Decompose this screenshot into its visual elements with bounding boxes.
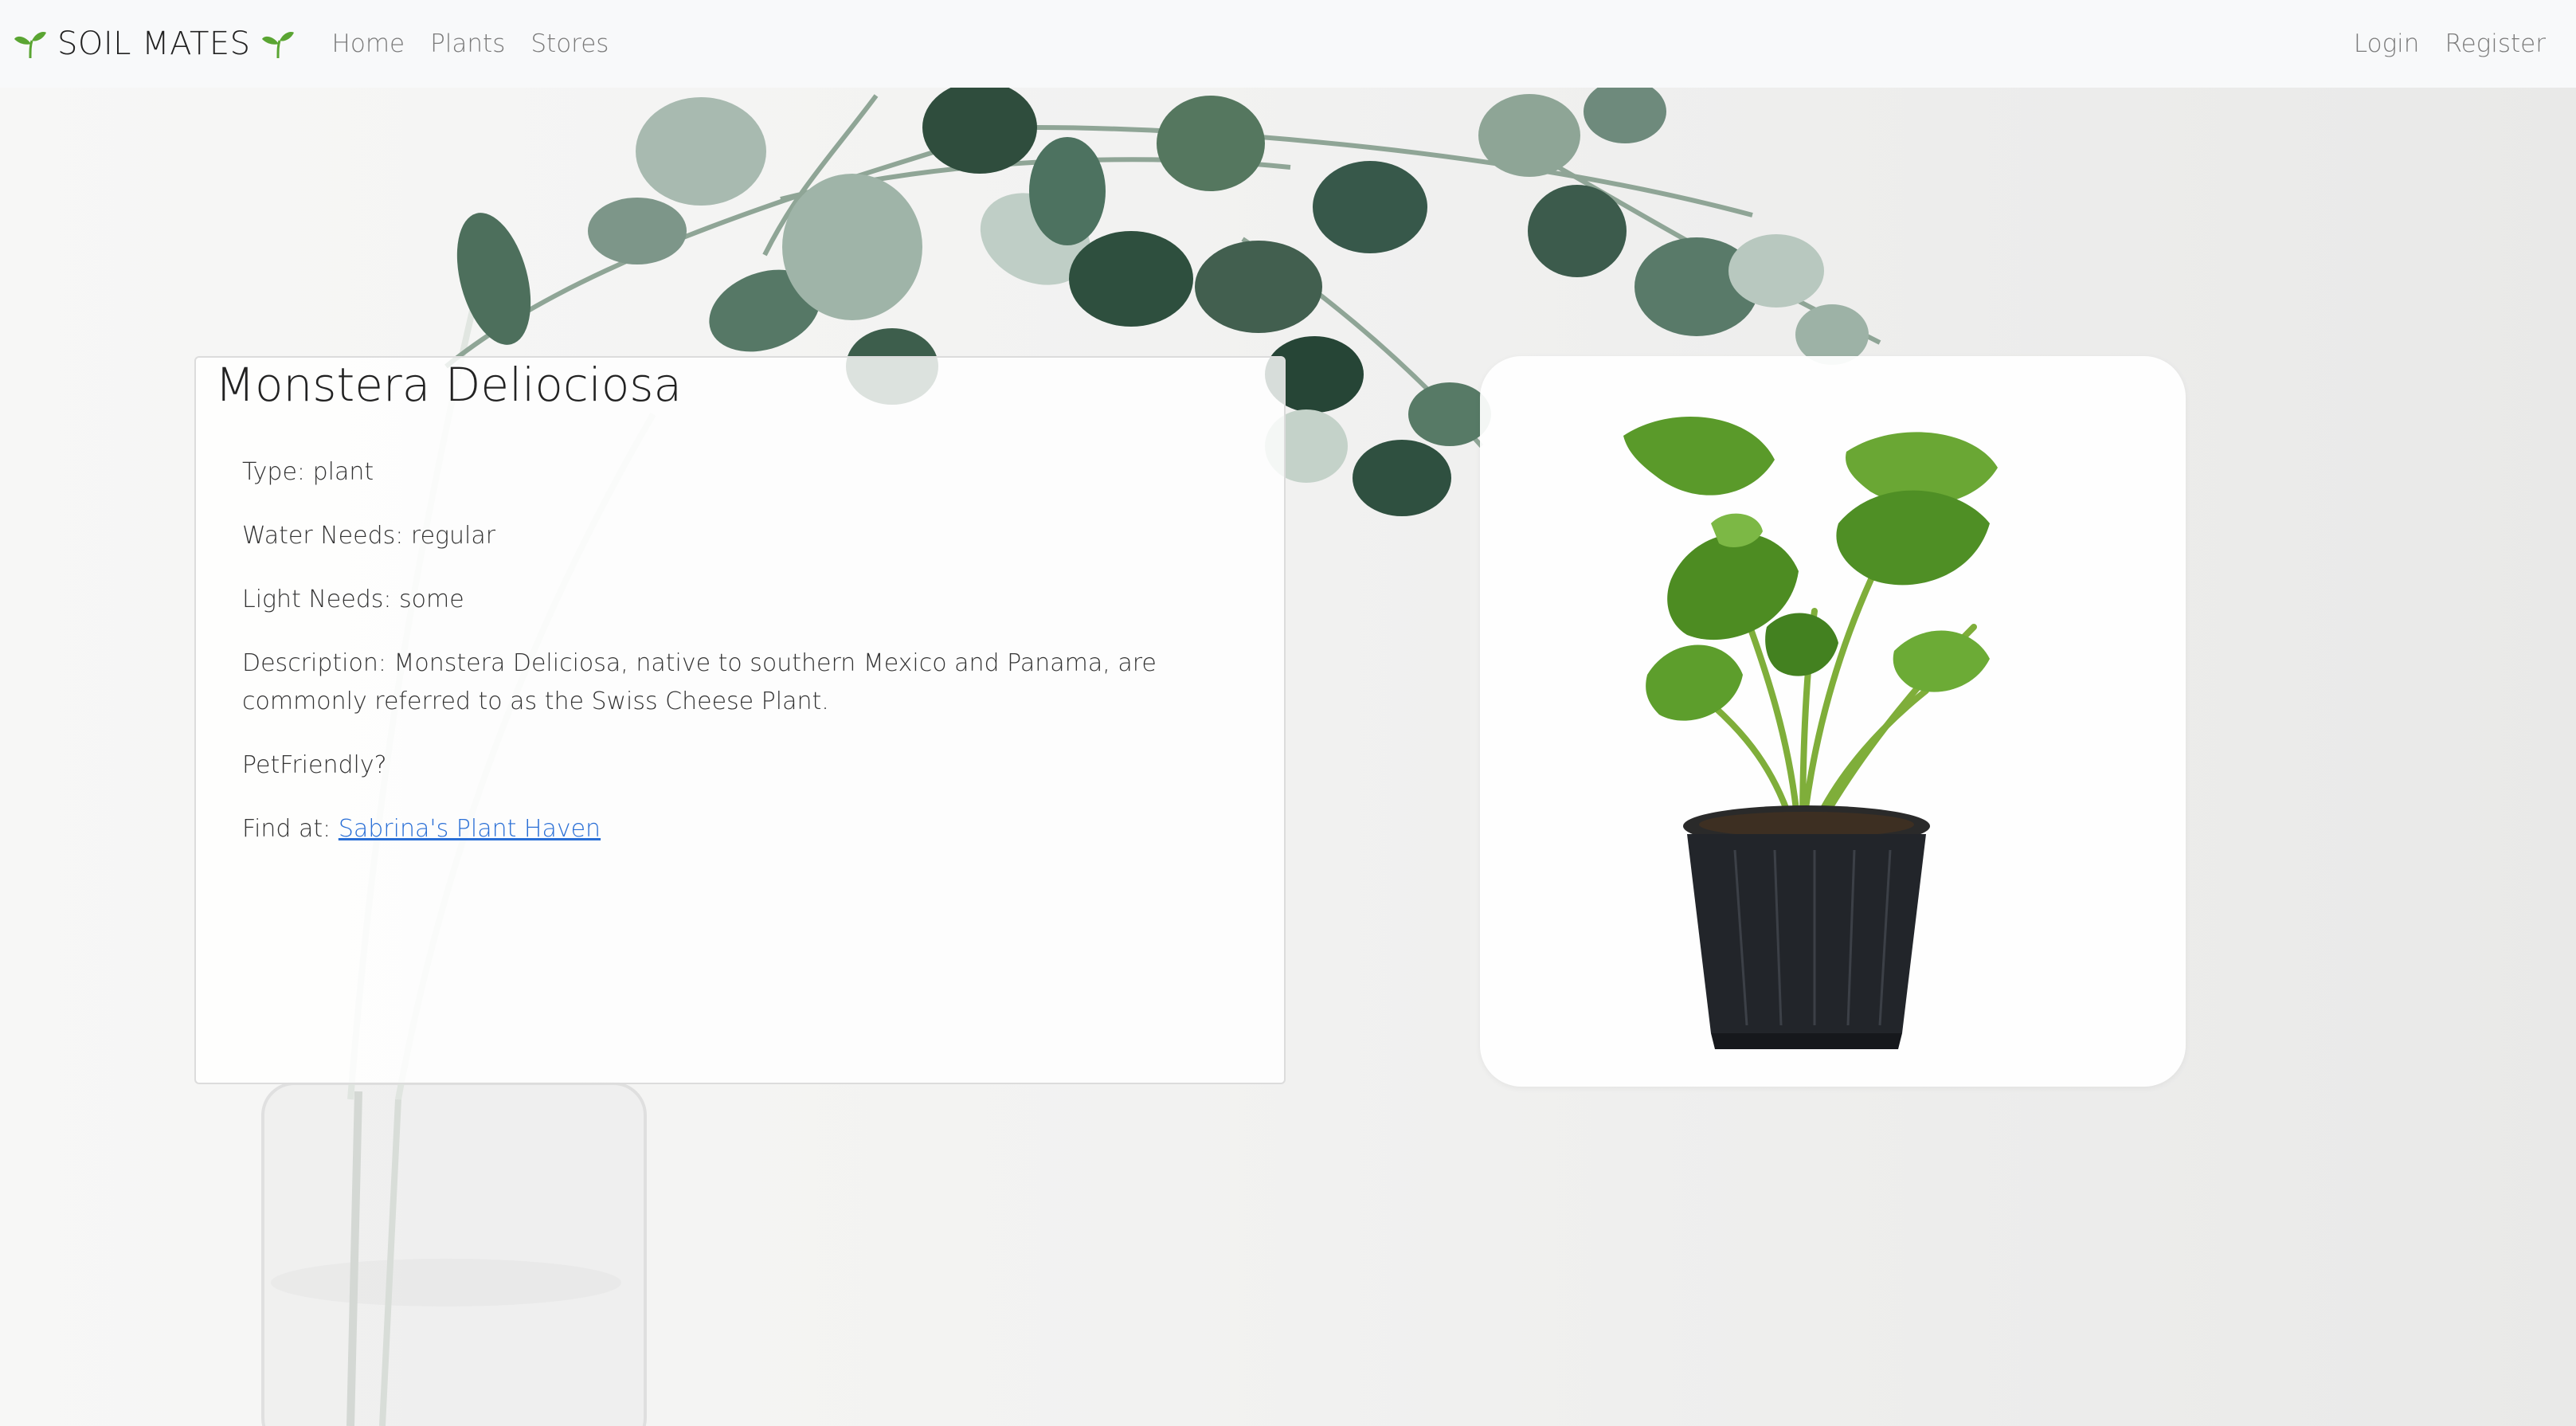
black-pot [1683, 805, 1930, 1049]
find-at-row: Find at: Sabrina's Plant Haven [242, 810, 1246, 848]
water-needs-label: Water Needs: [242, 522, 404, 550]
main-nav: Home Plants Stores [319, 29, 622, 58]
plant-info-card: Monstera Deliociosa Type: plant Water Ne… [194, 356, 1286, 1084]
store-link[interactable]: Sabrina's Plant Haven [339, 815, 601, 843]
brand-name: SOIL MATES [57, 25, 251, 62]
water-needs-value: regular [410, 522, 496, 550]
monstera-plant-image [1623, 417, 1998, 1049]
description-label: Description: [242, 649, 386, 677]
register-link[interactable]: Register [2445, 29, 2546, 58]
plant-type-label: Type: [242, 458, 306, 486]
brand-logo-link[interactable]: SOIL MATES [13, 25, 296, 62]
sprout-icon [14, 32, 46, 59]
login-link[interactable]: Login [2354, 29, 2420, 58]
nav-home-link[interactable]: Home [332, 29, 405, 58]
top-navbar: SOIL MATES Home Plants Stores Login Regi… [0, 0, 2576, 88]
light-needs-label: Light Needs: [242, 586, 392, 613]
find-at-label: Find at: [242, 815, 331, 843]
water-needs-row: Water Needs: regular [242, 517, 1246, 555]
pet-friendly-row: PetFriendly? [242, 746, 1246, 785]
nav-plants-link[interactable]: Plants [430, 29, 505, 58]
plant-type-row: Type: plant [242, 453, 1246, 492]
light-needs-row: Light Needs: some [242, 581, 1246, 619]
plant-details-list: Type: plant Water Needs: regular Light N… [242, 453, 1246, 874]
glass-vase [261, 1082, 647, 1426]
plant-image-card [1480, 356, 2186, 1087]
pet-friendly-label: PetFriendly? [242, 751, 387, 779]
auth-nav: Login Register [2341, 29, 2558, 58]
description-row: Description: Monstera Deliciosa, native … [242, 644, 1246, 721]
plant-type-value: plant [312, 458, 374, 486]
nav-stores-link[interactable]: Stores [530, 29, 609, 58]
sprout-icon [261, 32, 294, 59]
light-needs-value: some [399, 586, 464, 613]
plant-name-heading: Monstera Deliociosa [215, 358, 683, 412]
